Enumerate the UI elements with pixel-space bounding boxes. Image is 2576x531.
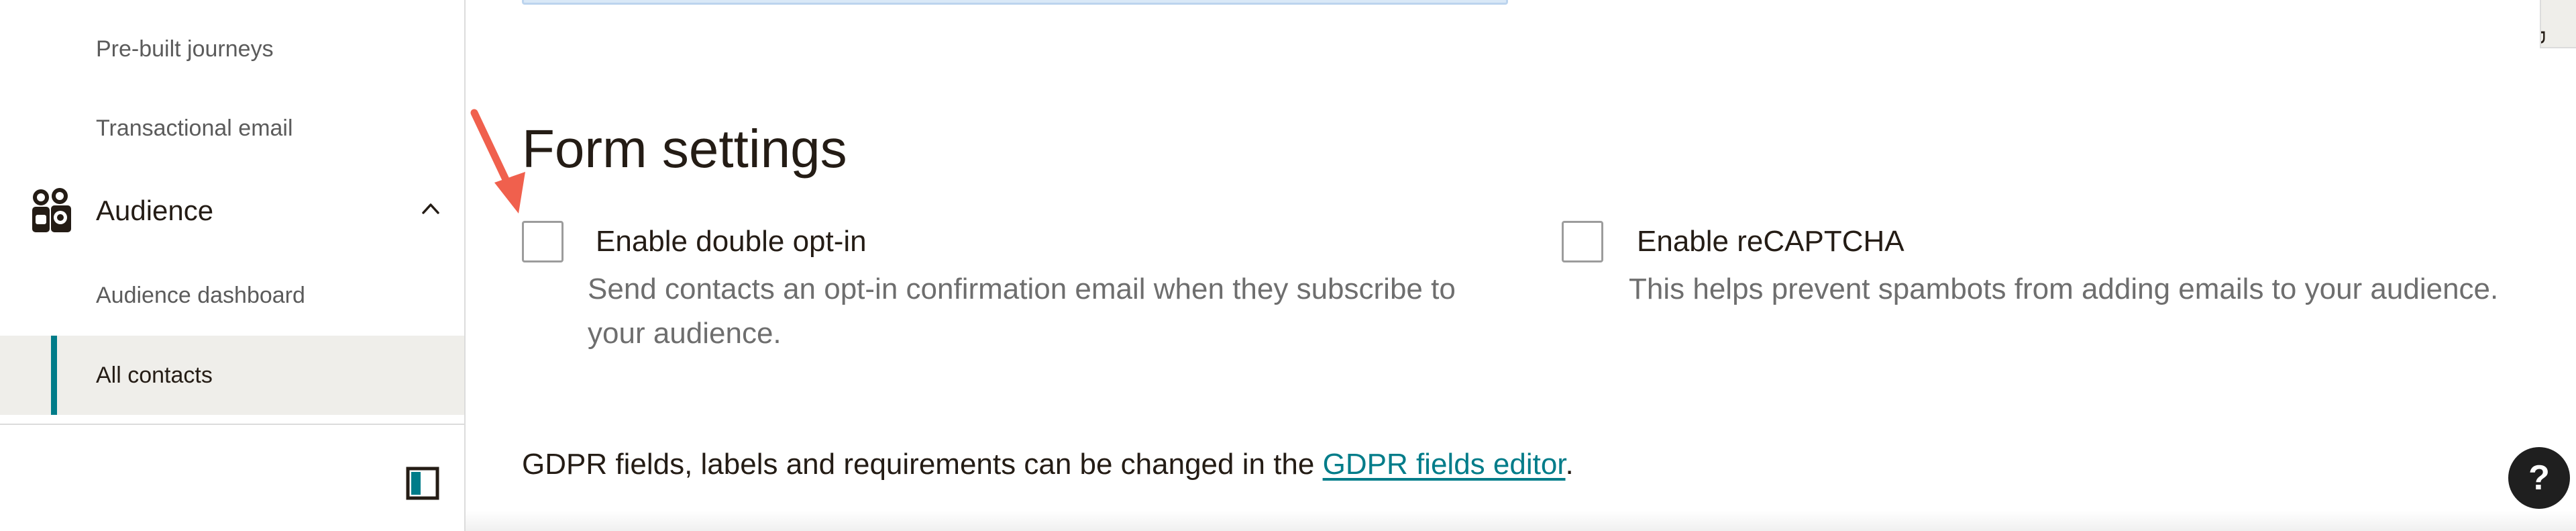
- chevron-up-icon[interactable]: [421, 201, 440, 215]
- sidebar-item-pre-built-journeys[interactable]: Pre-built journeys: [0, 9, 464, 89]
- sidebar: Pre-built journeys Transactional email A…: [0, 0, 466, 531]
- sidebar-section-label: Audience: [96, 195, 214, 226]
- gdpr-fields-editor-link[interactable]: GDPR fields editor: [1323, 448, 1566, 481]
- sidebar-item-all-contacts[interactable]: All contacts: [0, 336, 464, 415]
- audience-icon: [32, 188, 71, 232]
- double-opt-in-description-line1: Send contacts an opt-in confirmation ema…: [588, 273, 1456, 305]
- double-opt-in-description-line2: your audience.: [588, 317, 782, 350]
- side-tab-label: Re: [2540, 30, 2549, 48]
- gdpr-note-period: .: [1565, 448, 1574, 481]
- recaptcha-label[interactable]: Enable reCAPTCHA: [1637, 222, 1904, 262]
- sidebar-item-label: Pre-built journeys: [96, 36, 274, 62]
- gdpr-note: GDPR fields, labels and requirements can…: [522, 444, 1574, 485]
- app-window: Pre-built journeys Transactional email A…: [0, 0, 2576, 531]
- sidebar-collapse-icon[interactable]: [406, 467, 439, 500]
- sidebar-item-audience-dashboard[interactable]: Audience dashboard: [0, 256, 464, 335]
- annotation-arrow-icon: [470, 109, 525, 213]
- sidebar-section-audience[interactable]: Audience: [0, 180, 464, 242]
- sidebar-item-label: All contacts: [96, 362, 213, 388]
- sidebar-divider: [0, 424, 464, 425]
- section-title: Form settings: [522, 119, 847, 179]
- help-icon: ?: [2528, 458, 2550, 497]
- recaptcha-description: This helps prevent spambots from adding …: [1629, 273, 2499, 305]
- bottom-shadow: [466, 510, 2576, 531]
- sidebar-item-transactional-email[interactable]: Transactional email: [0, 89, 464, 168]
- active-indicator: [51, 336, 57, 415]
- info-banner: [522, 0, 1508, 5]
- sidebar-item-label: Audience dashboard: [96, 282, 305, 308]
- main-content: Form settings Enable double opt-in Send …: [466, 0, 2576, 531]
- gdpr-note-text: GDPR fields, labels and requirements can…: [522, 448, 1323, 481]
- sidebar-item-label: Transactional email: [96, 115, 293, 141]
- side-feedback-tab[interactable]: Re: [2540, 0, 2576, 48]
- recaptcha-checkbox[interactable]: [1562, 221, 1603, 262]
- double-opt-in-checkbox[interactable]: [522, 221, 564, 262]
- double-opt-in-label[interactable]: Enable double opt-in: [596, 222, 867, 262]
- help-button[interactable]: ?: [2508, 447, 2570, 509]
